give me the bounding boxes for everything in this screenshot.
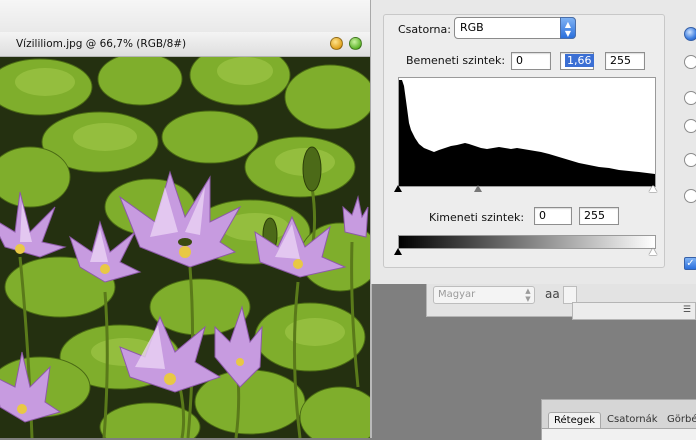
input-gamma-value: 1,66 bbox=[565, 54, 594, 67]
tab-layers[interactable]: Rétegek bbox=[548, 412, 602, 429]
channel-label: Csatorna: bbox=[398, 23, 451, 36]
input-white-slider[interactable] bbox=[649, 185, 657, 192]
antialias-icon: aa bbox=[545, 287, 560, 301]
water-lily-photo bbox=[0, 57, 370, 438]
preview-checkbox[interactable]: ✓ bbox=[684, 257, 696, 270]
output-black-field[interactable]: 0 bbox=[534, 207, 572, 225]
option-button-edge-2[interactable] bbox=[684, 91, 696, 105]
output-white-value: 255 bbox=[584, 209, 605, 222]
option-button-edge-1[interactable] bbox=[684, 55, 696, 69]
panel-menu-row: ☰ bbox=[572, 302, 696, 320]
document-canvas[interactable] bbox=[0, 57, 370, 438]
zoom-button[interactable] bbox=[349, 37, 362, 50]
input-gamma-slider[interactable] bbox=[474, 185, 482, 192]
output-black-slider[interactable] bbox=[394, 248, 402, 255]
output-gradient-bar bbox=[398, 235, 656, 249]
input-black-field[interactable]: 0 bbox=[511, 52, 551, 70]
levels-dialog: Csatorna: RGB ▲ ▼ Bemeneti szintek: 0 1,6… bbox=[370, 0, 696, 284]
panel-menu-icon[interactable]: ☰ bbox=[683, 305, 691, 315]
select-arrows-icon: ▲ ▼ bbox=[525, 287, 531, 303]
channel-select[interactable]: RGB ▲ ▼ bbox=[454, 17, 576, 39]
option-button-edge-3[interactable] bbox=[684, 119, 696, 133]
input-black-slider[interactable] bbox=[394, 185, 402, 192]
menu-strip bbox=[0, 0, 370, 33]
output-white-slider[interactable] bbox=[649, 248, 657, 255]
document-window: Vízililiom.jpg @ 66,7% (RGB/8#) bbox=[0, 32, 372, 438]
tab-channels[interactable]: Csatornák bbox=[602, 412, 663, 428]
input-white-value: 255 bbox=[610, 54, 631, 67]
layers-panel-body bbox=[542, 428, 696, 440]
output-black-value: 0 bbox=[539, 209, 546, 222]
document-titlebar[interactable]: Vízililiom.jpg @ 66,7% (RGB/8#) bbox=[0, 32, 370, 57]
input-gamma-field[interactable]: 1,66 bbox=[560, 52, 594, 70]
option-button-edge-5[interactable] bbox=[684, 189, 696, 203]
language-value: Magyar bbox=[438, 289, 476, 300]
output-white-field[interactable]: 255 bbox=[579, 207, 619, 225]
input-white-field[interactable]: 255 bbox=[605, 52, 645, 70]
output-levels-label: Kimeneti szintek: bbox=[429, 211, 525, 224]
histogram bbox=[398, 77, 656, 187]
tab-curves[interactable]: Görbé bbox=[662, 412, 696, 428]
histogram-graph bbox=[399, 80, 655, 186]
language-select[interactable]: Magyar ▲ ▼ bbox=[433, 286, 535, 304]
input-levels-label: Bemeneti szintek: bbox=[406, 54, 506, 67]
input-black-value: 0 bbox=[516, 54, 523, 67]
minimize-button[interactable] bbox=[330, 37, 343, 50]
layers-panel: Rétegek Csatornák Görbé bbox=[541, 399, 696, 440]
select-arrows-icon: ▲ ▼ bbox=[560, 17, 576, 39]
option-button-edge-4[interactable] bbox=[684, 153, 696, 167]
document-title: Vízililiom.jpg @ 66,7% (RGB/8#) bbox=[16, 38, 187, 50]
levels-group: Csatorna: RGB ▲ ▼ Bemeneti szintek: 0 1,6… bbox=[383, 14, 665, 268]
channel-value: RGB bbox=[460, 21, 484, 34]
default-button-edge[interactable] bbox=[684, 27, 696, 41]
